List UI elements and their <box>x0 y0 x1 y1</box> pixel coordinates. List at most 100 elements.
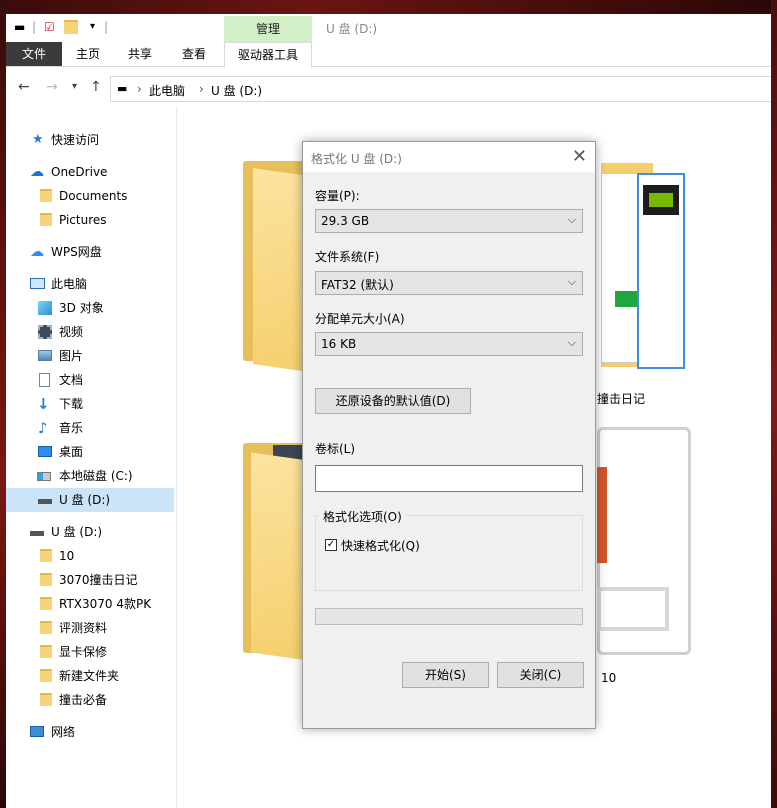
drive-icon: ▬ <box>14 20 26 34</box>
tab-drive-tools[interactable]: 驱动器工具 <box>224 42 312 68</box>
breadcrumb-usb-drive[interactable]: U 盘 (D:) <box>211 82 262 99</box>
network-icon <box>30 726 44 737</box>
quick-format-checkbox[interactable]: ✓ <box>325 539 337 551</box>
sidebar-item-desktop[interactable]: 桌面 <box>6 440 174 464</box>
sidebar-item-usb-drive-root[interactable]: U 盘 (D:) <box>6 520 174 544</box>
start-button[interactable]: 开始(S) <box>402 662 489 688</box>
volume-label-input[interactable] <box>315 465 583 492</box>
quick-format-label[interactable]: 快速格式化(Q) <box>341 537 420 554</box>
address-bar[interactable]: ▬ › 此电脑 › U 盘 (D:) <box>110 76 771 102</box>
sidebar-item-pictures[interactable]: Pictures <box>6 208 174 232</box>
sidebar-item-local-disk[interactable]: 本地磁盘 (C:) <box>6 464 174 488</box>
manage-context-tab[interactable]: 管理 <box>224 16 312 42</box>
sidebar-item-folder-3070-diary[interactable]: 3070撞击日记 <box>6 568 174 592</box>
allocation-unit-select[interactable]: 16 KB ⌵ <box>315 332 583 356</box>
document-file-item[interactable] <box>597 427 691 655</box>
ribbon-tabs: 文件 主页 共享 查看 驱动器工具 <box>6 42 771 68</box>
cloud-icon: ☁ <box>30 244 44 260</box>
sidebar-item-documents-cn[interactable]: 文档 <box>6 368 174 392</box>
chevron-down-icon: ⌵ <box>567 275 576 288</box>
folder-icon <box>40 645 52 658</box>
drive-icon: ▬ <box>117 82 128 95</box>
tab-file[interactable]: 文件 <box>6 42 62 66</box>
usb-drive-icon <box>30 531 44 536</box>
cube-icon <box>38 301 52 315</box>
folder-icon <box>40 549 52 562</box>
cloud-icon: ☁ <box>30 164 44 180</box>
format-progress-bar <box>315 608 583 625</box>
folder-icon <box>40 669 52 682</box>
sidebar-item-videos[interactable]: 视频 <box>6 320 174 344</box>
navigation-pane: ★ 快速访问 ☁ OneDrive Documents Pictures ☁ W… <box>6 107 177 808</box>
sidebar-item-wps[interactable]: ☁ WPS网盘 <box>6 240 174 264</box>
tab-view[interactable]: 查看 <box>174 42 214 66</box>
new-folder-icon[interactable] <box>64 20 78 37</box>
capacity-label: 容量(P): <box>315 189 360 203</box>
folder-icon <box>40 573 52 586</box>
hard-drive-icon <box>37 472 51 481</box>
desktop-wallpaper-top <box>0 0 777 14</box>
folder-icon <box>40 597 52 610</box>
forward-arrow-icon[interactable]: → <box>46 79 58 95</box>
folder-icon <box>40 189 52 202</box>
sidebar-item-downloads[interactable]: ↓ 下载 <box>6 392 174 416</box>
properties-icon[interactable]: ☑ <box>44 20 55 34</box>
sidebar-item-3d-objects[interactable]: 3D 对象 <box>6 296 174 320</box>
sidebar-item-folder-warranty[interactable]: 显卡保修 <box>6 640 174 664</box>
separator: | <box>32 20 37 34</box>
sidebar-item-pictures-cn[interactable]: 图片 <box>6 344 174 368</box>
folder-item[interactable] <box>601 163 685 373</box>
capacity-select[interactable]: 29.3 GB ⌵ <box>315 209 583 233</box>
chevron-right-icon[interactable]: › <box>137 82 142 96</box>
sidebar-item-folder-10[interactable]: 10 <box>6 544 174 568</box>
sidebar-item-onedrive[interactable]: ☁ OneDrive <box>6 160 174 184</box>
tab-share[interactable]: 共享 <box>120 42 160 66</box>
title-bar: ▬ | ☑ ▾ | 管理 U 盘 (D:) <box>6 14 771 42</box>
chevron-down-icon: ⌵ <box>567 213 576 226</box>
up-arrow-icon[interactable]: ↑ <box>90 79 102 95</box>
recent-locations-icon[interactable]: ▾ <box>72 81 77 92</box>
chevron-down-icon: ⌵ <box>567 336 576 349</box>
sidebar-item-folder-new[interactable]: 新建文件夹 <box>6 664 174 688</box>
folder-icon <box>40 621 52 634</box>
restore-defaults-button[interactable]: 还原设备的默认值(D) <box>315 388 471 414</box>
format-options-title: 格式化选项(O) <box>319 508 406 525</box>
sidebar-item-documents[interactable]: Documents <box>6 184 174 208</box>
document-icon <box>39 373 50 387</box>
film-icon <box>38 325 52 339</box>
sidebar-item-quick-access[interactable]: ★ 快速访问 <box>6 128 174 152</box>
file-system-label: 文件系统(F) <box>315 250 380 264</box>
computer-icon <box>30 278 45 289</box>
separator: | <box>104 20 109 34</box>
dialog-title-bar: 格式化 U 盘 (D:) ✕ <box>303 142 595 172</box>
window-title: U 盘 (D:) <box>326 22 378 36</box>
volume-label-label: 卷标(L) <box>315 442 356 456</box>
sidebar-item-usb-drive[interactable]: U 盘 (D:) <box>6 488 174 512</box>
music-note-icon: ♪ <box>38 419 48 437</box>
folder-label: 撞击日记 <box>597 392 646 406</box>
download-arrow-icon: ↓ <box>37 395 50 413</box>
back-arrow-icon[interactable]: ← <box>18 79 30 95</box>
customize-toolbar-icon[interactable]: ▾ <box>90 20 95 34</box>
star-icon: ★ <box>32 132 44 147</box>
breadcrumb-this-pc[interactable]: 此电脑 <box>149 82 185 99</box>
close-icon[interactable]: ✕ <box>572 146 587 167</box>
usb-drive-icon <box>38 499 52 504</box>
file-system-select[interactable]: FAT32 (默认) ⌵ <box>315 271 583 295</box>
sidebar-item-this-pc[interactable]: 此电脑 <box>6 272 174 296</box>
sidebar-item-folder-must[interactable]: 撞击必备 <box>6 688 174 712</box>
file-label: 10 <box>601 671 617 685</box>
sidebar-item-folder-rtx3070-pk[interactable]: RTX3070 4款PK <box>6 592 174 616</box>
folder-icon <box>40 213 52 226</box>
desktop-wallpaper-right <box>771 0 777 808</box>
tab-home[interactable]: 主页 <box>68 42 108 66</box>
sidebar-item-music[interactable]: ♪ 音乐 <box>6 416 174 440</box>
allocation-unit-label: 分配单元大小(A) <box>315 312 405 326</box>
chevron-right-icon[interactable]: › <box>199 82 204 96</box>
folder-icon <box>40 693 52 706</box>
address-row: ← → ▾ ↑ ▬ › 此电脑 › U 盘 (D:) <box>6 71 771 107</box>
close-button[interactable]: 关闭(C) <box>497 662 584 688</box>
format-dialog: 格式化 U 盘 (D:) ✕ 容量(P): 29.3 GB ⌵ 文件系统(F) … <box>302 141 596 729</box>
sidebar-item-network[interactable]: 网络 <box>6 720 174 744</box>
sidebar-item-folder-review[interactable]: 评测资料 <box>6 616 174 640</box>
